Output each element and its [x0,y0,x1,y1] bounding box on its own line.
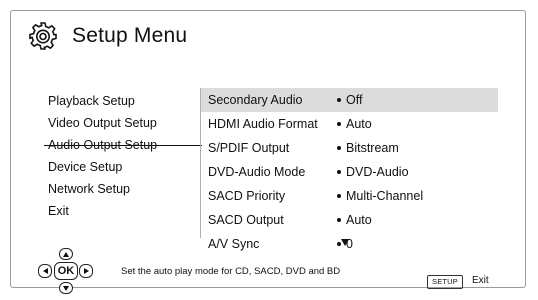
nav-right-button [79,264,93,278]
arrow-up-icon [63,251,69,257]
option-row-sacd-priority[interactable]: SACD Priority Multi-Channel [201,184,498,208]
option-value: Off [337,93,362,107]
nav-down-button [59,282,73,294]
bullet-icon [337,193,341,198]
option-label: HDMI Audio Format [208,117,318,131]
option-value: DVD-Audio [337,165,409,179]
option-row-secondary-audio[interactable]: Secondary Audio Off [201,88,498,112]
remote-nav-pad: OK [37,248,103,296]
bullet-icon [337,121,341,126]
option-label: SACD Priority [208,189,286,203]
option-row-sacd-output[interactable]: SACD Output Auto [201,208,498,232]
audio-options-list: Secondary Audio Off HDMI Audio Format Au… [201,88,498,256]
setup-category-list: Playback Setup Video Output Setup Audio … [48,90,198,222]
bullet-icon [337,169,341,174]
option-value: Auto [337,213,372,227]
scroll-down-arrow-icon[interactable] [341,239,349,246]
page-title: Setup Menu [72,24,188,47]
menu-header: Setup Menu [28,18,187,54]
option-value: Bitstream [337,141,399,155]
nav-up-button [59,248,73,260]
help-hint-text: Set the auto play mode for CD, SACD, DVD… [121,266,341,277]
gear-icon [29,22,57,50]
bullet-icon [337,145,341,150]
option-label: Secondary Audio [208,93,303,107]
exit-hint-label: Exit [472,275,489,286]
option-row-spdif-output[interactable]: S/PDIF Output Bitstream [201,136,498,160]
option-label: A/V Sync [208,237,260,251]
category-video-output-setup[interactable]: Video Output Setup [48,112,198,134]
category-network-setup[interactable]: Network Setup [48,178,198,200]
option-value: Multi-Channel [337,189,423,203]
arrow-left-icon [42,268,48,274]
arrow-right-icon [83,268,89,274]
bullet-icon [337,97,341,102]
nav-left-button [38,264,52,278]
option-row-dvd-audio-mode[interactable]: DVD-Audio Mode DVD-Audio [201,160,498,184]
option-label: DVD-Audio Mode [208,165,306,179]
bullet-icon [337,217,341,222]
option-row-hdmi-audio-format[interactable]: HDMI Audio Format Auto [201,112,498,136]
option-label: S/PDIF Output [208,141,290,155]
category-device-setup[interactable]: Device Setup [48,156,198,178]
setup-key-badge: SETUP [427,275,464,289]
option-label: SACD Output [208,213,284,227]
option-value: Auto [337,117,372,131]
active-category-underline [44,145,202,146]
arrow-down-icon [63,285,69,291]
category-playback-setup[interactable]: Playback Setup [48,90,198,112]
category-exit[interactable]: Exit [48,200,198,222]
nav-ok-button: OK [54,262,78,280]
option-row-av-sync[interactable]: A/V Sync 0 [201,232,498,256]
